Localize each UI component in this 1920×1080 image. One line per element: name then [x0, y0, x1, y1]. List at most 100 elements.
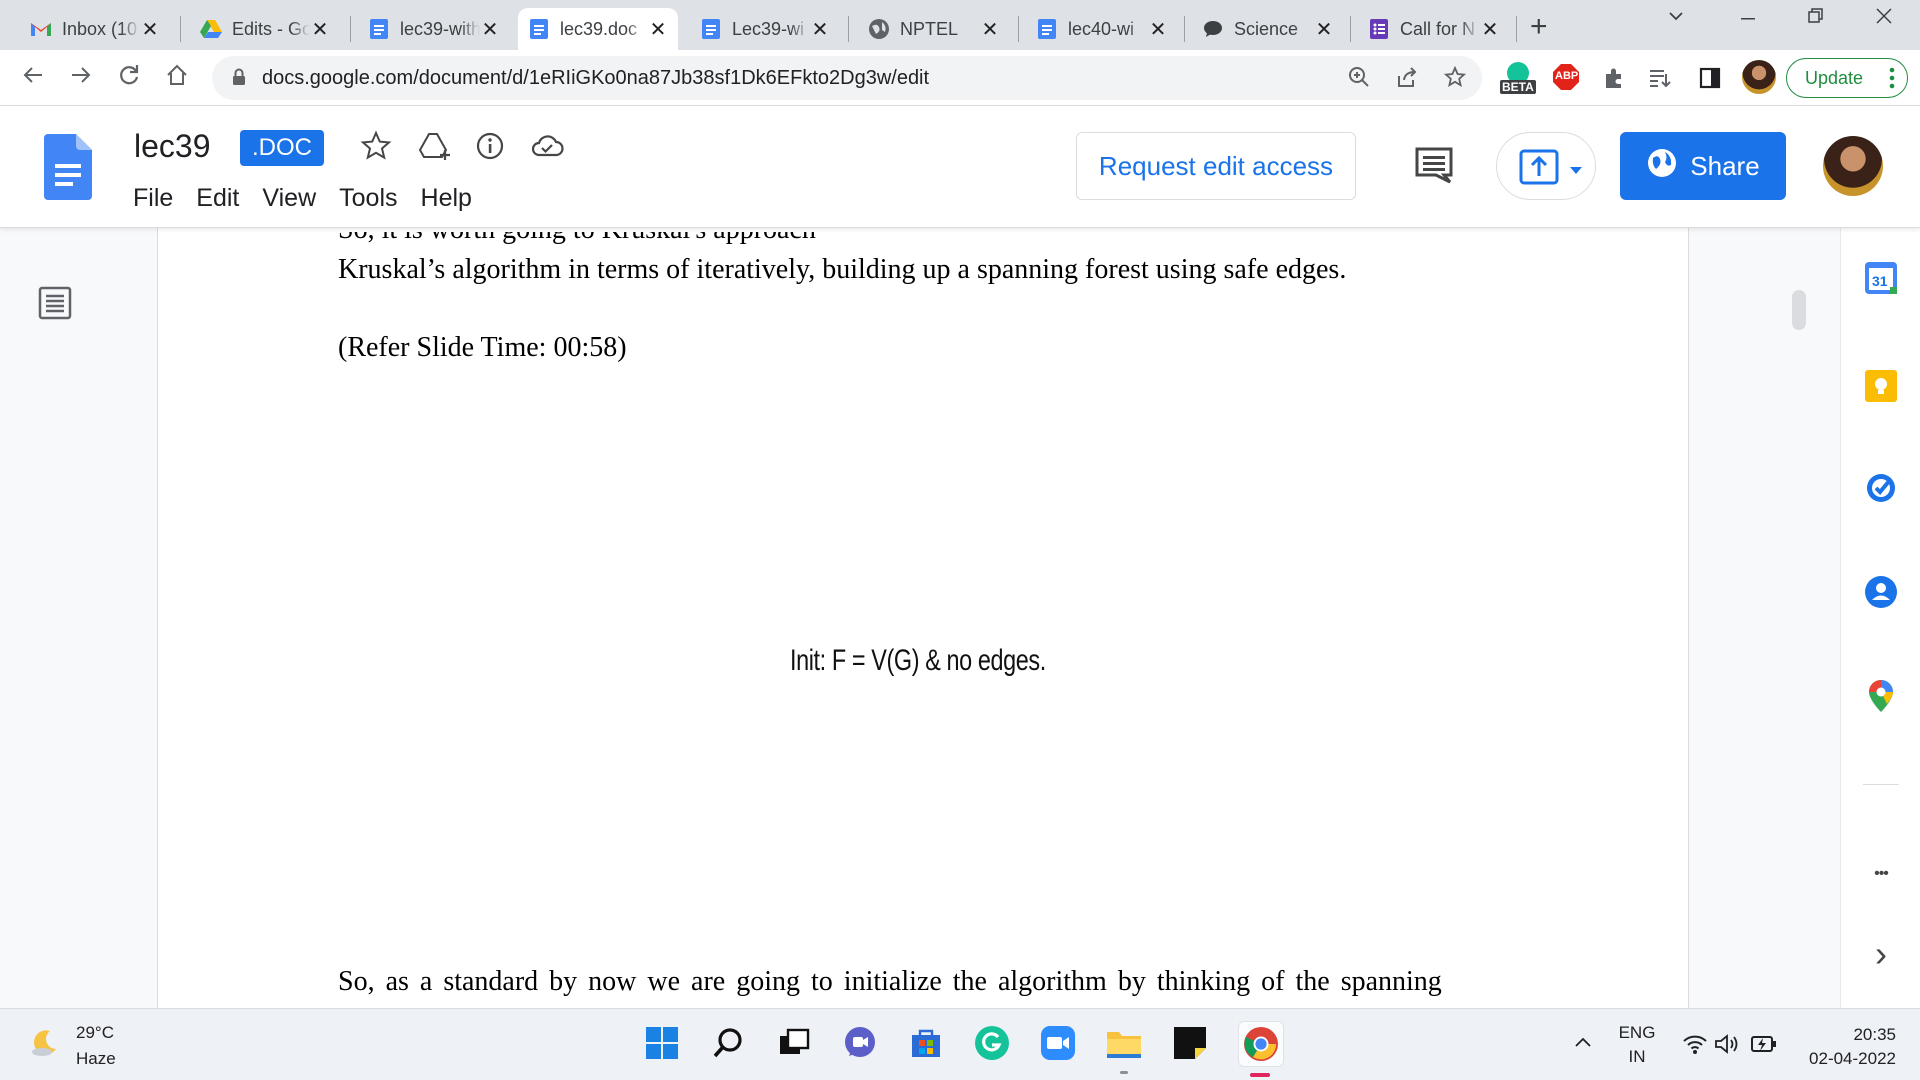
tab-lec39-doc[interactable]: lec39.doc ✕	[518, 8, 678, 50]
google-calendar-icon[interactable]: 31	[1863, 260, 1899, 296]
tab-nptel[interactable]: NPTEL ✕	[858, 8, 1010, 50]
windows-start-icon[interactable]	[644, 1025, 680, 1061]
kebab-menu-icon[interactable]	[1889, 67, 1895, 94]
address-bar[interactable]: docs.google.com/document/d/1eRIiGKo0na87…	[212, 56, 1482, 100]
more-apps-icon[interactable]: •••	[1863, 856, 1899, 892]
document-info-icon[interactable]	[474, 130, 506, 162]
wifi-icon[interactable]	[1682, 1033, 1708, 1060]
expand-panel-icon[interactable]: ›	[1863, 933, 1899, 974]
google-tasks-icon[interactable]	[1863, 470, 1899, 506]
calendar-day: 31	[1872, 273, 1888, 289]
new-tab-button[interactable]: +	[1530, 10, 1548, 44]
scrollbar-thumb[interactable]	[1792, 290, 1806, 330]
tab-title: Science	[1234, 18, 1299, 39]
google-docs-icon	[1036, 18, 1058, 40]
zoom-icon[interactable]	[1348, 66, 1370, 94]
close-icon[interactable]: ✕	[140, 17, 160, 42]
sticky-notes-icon[interactable]	[1172, 1025, 1208, 1061]
document-title[interactable]: lec39	[134, 128, 211, 165]
google-docs-logo-icon[interactable]	[44, 134, 92, 200]
grammarly-beta-extension-icon[interactable]: BETA	[1498, 60, 1538, 101]
battery-charging-icon[interactable]	[1750, 1034, 1778, 1059]
extensions-puzzle-icon[interactable]	[1602, 66, 1626, 95]
menu-file[interactable]: File	[133, 184, 186, 213]
google-maps-icon[interactable]	[1863, 678, 1899, 714]
side-panel-icon[interactable]	[1698, 66, 1722, 95]
upload-icon	[1519, 149, 1559, 190]
google-drive-icon	[200, 18, 222, 40]
tab-drive[interactable]: Edits - Go ✕	[190, 8, 340, 50]
globe-icon	[1646, 147, 1678, 186]
document-outline-icon[interactable]	[38, 286, 72, 325]
move-to-drive-button[interactable]	[1496, 132, 1596, 200]
cloud-saved-icon[interactable]	[530, 130, 564, 162]
language-region[interactable]: IN	[1616, 1047, 1658, 1067]
reading-list-icon[interactable]	[1648, 66, 1672, 95]
close-window-icon[interactable]	[1874, 6, 1894, 32]
star-icon[interactable]	[360, 130, 392, 162]
add-shortcut-to-drive-icon[interactable]	[418, 130, 450, 162]
menu-help[interactable]: Help	[421, 184, 485, 213]
teams-chat-icon[interactable]	[842, 1025, 878, 1061]
task-view-icon[interactable]	[776, 1025, 812, 1061]
forward-icon[interactable]	[68, 62, 94, 95]
chrome-icon[interactable]	[1238, 1021, 1284, 1067]
tab-search-icon[interactable]	[1666, 6, 1686, 32]
menu-view[interactable]: View	[262, 184, 329, 213]
weather-moon-icon[interactable]	[28, 1027, 60, 1059]
update-button[interactable]: Update	[1786, 58, 1908, 98]
google-keep-icon[interactable]	[1863, 368, 1899, 404]
minimize-icon[interactable]	[1738, 6, 1758, 32]
adblock-plus-icon[interactable]: ABP	[1552, 63, 1580, 91]
close-icon[interactable]: ✕	[480, 17, 500, 42]
volume-icon[interactable]	[1714, 1033, 1740, 1060]
tab-lec39-with[interactable]: lec39-with ✕	[358, 8, 510, 50]
home-icon[interactable]	[164, 62, 190, 95]
beta-badge: BETA	[1502, 80, 1534, 94]
close-icon[interactable]: ✕	[310, 17, 330, 42]
tab-title: Call for N	[1400, 18, 1476, 39]
share-page-icon[interactable]	[1396, 66, 1418, 94]
comment-history-icon[interactable]	[1414, 146, 1454, 189]
close-icon[interactable]: ✕	[648, 17, 668, 42]
reload-icon[interactable]	[116, 62, 142, 95]
search-icon[interactable]	[710, 1025, 746, 1061]
close-icon[interactable]: ✕	[1480, 17, 1500, 42]
menu-edit[interactable]: Edit	[196, 184, 252, 213]
user-avatar[interactable]	[1823, 136, 1883, 196]
system-clock[interactable]: 20:35 02-04-2022	[1790, 1023, 1896, 1071]
file-type-badge: .DOC	[240, 130, 324, 166]
zoom-app-icon[interactable]	[1040, 1025, 1076, 1061]
request-edit-access-button[interactable]: Request edit access	[1076, 132, 1356, 200]
restore-icon[interactable]	[1806, 6, 1826, 32]
close-icon[interactable]: ✕	[810, 17, 830, 42]
file-explorer-icon[interactable]	[1106, 1025, 1142, 1061]
grammarly-icon[interactable]	[974, 1025, 1010, 1061]
close-icon[interactable]: ✕	[1148, 17, 1168, 42]
share-button[interactable]: Share	[1620, 132, 1786, 200]
tab-title: Edits - Go	[232, 18, 310, 39]
menu-tools[interactable]: Tools	[339, 184, 410, 213]
microsoft-store-icon[interactable]	[908, 1025, 944, 1061]
back-icon[interactable]	[20, 62, 46, 95]
tab-lec39-wi[interactable]: Lec39-wi ✕	[690, 8, 840, 50]
chat-icon	[1202, 18, 1224, 40]
show-hidden-icons-chevron-icon[interactable]	[1574, 1035, 1592, 1053]
close-icon[interactable]: ✕	[1314, 17, 1334, 42]
tab-science[interactable]: Science ✕	[1192, 8, 1344, 50]
lock-icon	[232, 68, 246, 86]
browser-toolbar: docs.google.com/document/d/1eRIiGKo0na87…	[0, 50, 1920, 106]
weather-temperature: 29°C	[76, 1023, 114, 1042]
tab-call-for[interactable]: Call for N ✕	[1358, 8, 1510, 50]
clock-time: 20:35	[1853, 1025, 1896, 1044]
profile-avatar[interactable]	[1742, 60, 1776, 94]
tab-divider	[848, 16, 849, 42]
language-code[interactable]: ENG	[1616, 1023, 1658, 1043]
tab-gmail[interactable]: Inbox (10 ✕	[20, 8, 170, 50]
close-icon[interactable]: ✕	[980, 17, 1000, 42]
tab-title: lec40-wi	[1068, 18, 1135, 39]
bookmark-star-icon[interactable]	[1443, 65, 1467, 94]
document-canvas: So, it is worth going to Kruskal's appro…	[0, 228, 1840, 1008]
google-contacts-icon[interactable]	[1863, 574, 1899, 610]
tab-lec40-wi[interactable]: lec40-wi ✕	[1026, 8, 1178, 50]
